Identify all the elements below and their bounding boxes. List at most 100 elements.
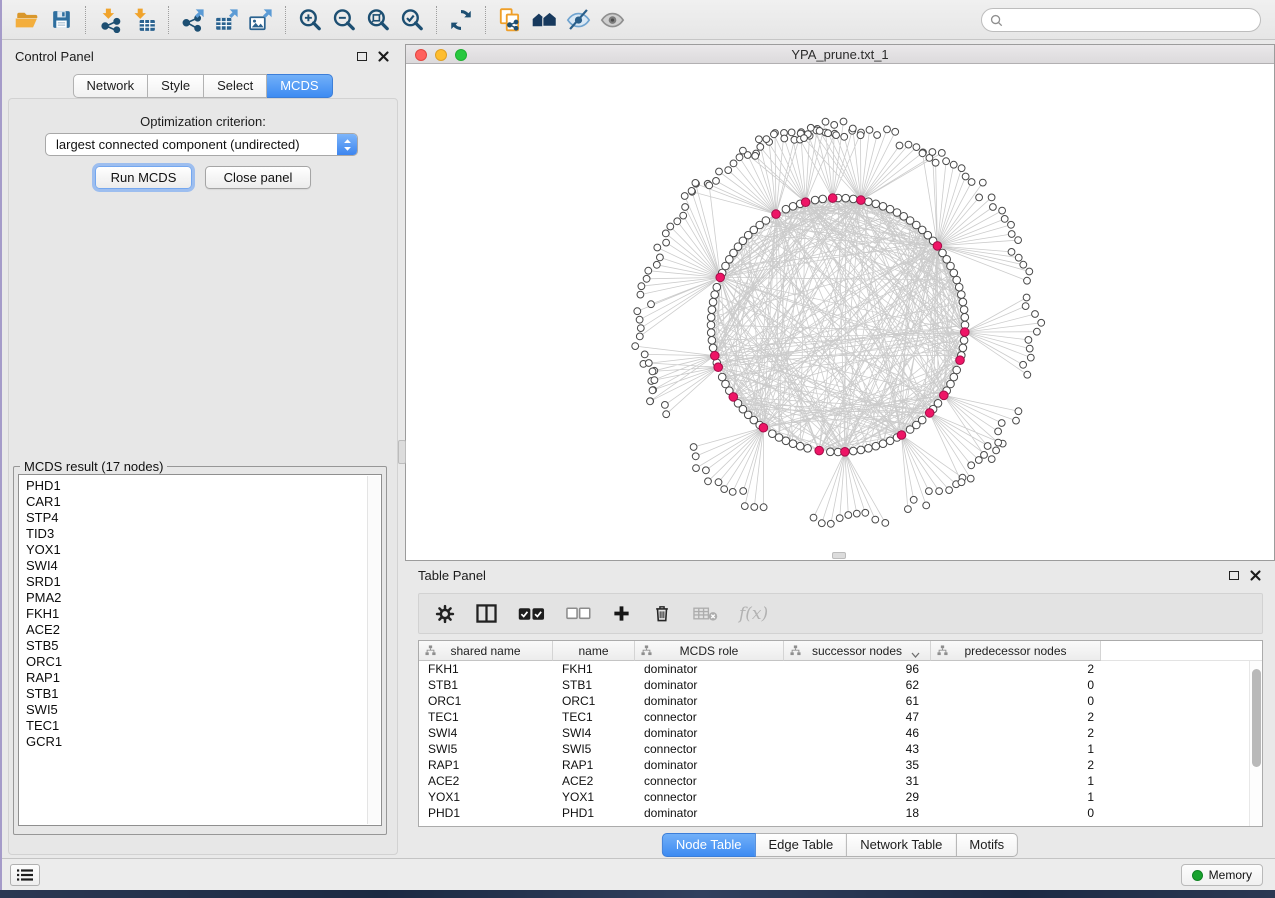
tab-network[interactable]: Network bbox=[72, 74, 148, 98]
mcds-result-item[interactable]: TID3 bbox=[26, 526, 381, 542]
export-table-button[interactable] bbox=[210, 4, 244, 36]
zoom-selected-button[interactable] bbox=[395, 4, 429, 36]
tab-edge-table[interactable]: Edge Table bbox=[755, 833, 847, 857]
mcds-result-item[interactable]: ORC1 bbox=[26, 654, 381, 670]
deselect-all-rows-button[interactable] bbox=[566, 599, 591, 629]
table-row-stb1[interactable]: STB1STB1dominator620 bbox=[419, 677, 1262, 693]
table-panel-float-button[interactable] bbox=[1227, 569, 1240, 582]
tab-style[interactable]: Style bbox=[148, 74, 204, 98]
cell: dominator bbox=[635, 677, 784, 693]
column-header-successor-nodes[interactable]: successor nodes bbox=[784, 641, 931, 661]
split-panel-button[interactable] bbox=[476, 599, 497, 629]
cell: connector bbox=[635, 709, 784, 725]
import-network-button[interactable] bbox=[93, 4, 127, 36]
mcds-result-item[interactable]: SRD1 bbox=[26, 574, 381, 590]
criterion-selected-value: largest connected component (undirected) bbox=[46, 137, 337, 152]
control-panel-float-button[interactable] bbox=[355, 50, 368, 63]
scrollbar-thumb[interactable] bbox=[1252, 669, 1261, 767]
mcds-result-item[interactable]: RAP1 bbox=[26, 670, 381, 686]
fx-icon: f(x) bbox=[739, 604, 768, 624]
tab-network-table[interactable]: Network Table bbox=[847, 833, 956, 857]
mcds-result-item[interactable]: SWI4 bbox=[26, 558, 381, 574]
toolbar-separator bbox=[168, 6, 169, 34]
tab-mcds[interactable]: MCDS bbox=[267, 74, 332, 98]
table-vertical-scrollbar[interactable] bbox=[1249, 661, 1262, 826]
cell: 29 bbox=[784, 789, 931, 805]
table-row-swi5[interactable]: SWI5SWI5connector431 bbox=[419, 741, 1262, 757]
select-all-rows-button[interactable] bbox=[518, 599, 545, 629]
network-graph[interactable] bbox=[406, 64, 1274, 560]
table-toolbar: f(x) bbox=[418, 593, 1263, 634]
vertical-splitter-handle[interactable] bbox=[398, 440, 406, 464]
add-column-button[interactable] bbox=[612, 599, 631, 629]
zoom-fit-button[interactable] bbox=[361, 4, 395, 36]
mcds-result-item[interactable]: CAR1 bbox=[26, 494, 381, 510]
sort-caret-icon[interactable] bbox=[911, 647, 920, 661]
network-view-window: YPA_prune.txt_1 bbox=[405, 44, 1275, 561]
mcds-result-item[interactable]: YOX1 bbox=[26, 542, 381, 558]
result-list-scrollbar[interactable] bbox=[367, 476, 380, 824]
mcds-result-item[interactable]: ACE2 bbox=[26, 622, 381, 638]
mcds-result-item[interactable]: TEC1 bbox=[26, 718, 381, 734]
table-panel-close-button[interactable] bbox=[1249, 569, 1262, 582]
table-panel-title: Table Panel bbox=[418, 568, 1218, 583]
tab-motifs[interactable]: Motifs bbox=[956, 833, 1018, 857]
column-settings-button[interactable] bbox=[435, 599, 455, 629]
table-row-ace2[interactable]: ACE2ACE2connector311 bbox=[419, 773, 1262, 789]
zoom-in-button[interactable] bbox=[293, 4, 327, 36]
table-row-yox1[interactable]: YOX1YOX1connector291 bbox=[419, 789, 1262, 805]
mcds-panel: Optimization criterion: largest connecte… bbox=[8, 98, 398, 855]
search-input[interactable] bbox=[1008, 13, 1252, 27]
mcds-result-item[interactable]: STB1 bbox=[26, 686, 381, 702]
save-button[interactable] bbox=[44, 4, 78, 36]
cell: 0 bbox=[931, 693, 1101, 709]
table-panel: Table Panel bbox=[405, 561, 1275, 858]
cell: 61 bbox=[784, 693, 931, 709]
open-file-button[interactable] bbox=[10, 4, 44, 36]
mcds-result-item[interactable]: FKH1 bbox=[26, 606, 381, 622]
table-row-fkh1[interactable]: FKH1FKH1dominator962 bbox=[419, 661, 1262, 677]
panel-menu-button[interactable] bbox=[10, 864, 40, 886]
column-header-mcds-role[interactable]: MCDS role bbox=[635, 641, 784, 661]
first-neighbors-button[interactable] bbox=[527, 4, 561, 36]
tab-node-table[interactable]: Node Table bbox=[662, 833, 756, 857]
optimization-criterion-label: Optimization criterion: bbox=[9, 114, 397, 129]
table-row-phd1[interactable]: PHD1PHD1dominator180 bbox=[419, 805, 1262, 821]
memory-button[interactable]: Memory bbox=[1181, 864, 1263, 886]
close-panel-button[interactable]: Close panel bbox=[205, 166, 311, 189]
criterion-select[interactable]: largest connected component (undirected) bbox=[45, 133, 358, 156]
mcds-result-item[interactable]: PMA2 bbox=[26, 590, 381, 606]
run-mcds-button[interactable]: Run MCDS bbox=[95, 166, 192, 189]
mcds-result-item[interactable]: GCR1 bbox=[26, 734, 381, 750]
network-canvas[interactable] bbox=[406, 64, 1274, 560]
table-row-swi4[interactable]: SWI4SWI4dominator462 bbox=[419, 725, 1262, 741]
delete-table-button[interactable] bbox=[693, 599, 718, 629]
refresh-button[interactable] bbox=[444, 4, 478, 36]
mcds-result-item[interactable]: STP4 bbox=[26, 510, 381, 526]
tab-select[interactable]: Select bbox=[204, 74, 267, 98]
network-window-title: YPA_prune.txt_1 bbox=[406, 47, 1274, 62]
mcds-result-item[interactable]: STB5 bbox=[26, 638, 381, 654]
export-network-button[interactable] bbox=[176, 4, 210, 36]
mcds-result-item[interactable]: PHD1 bbox=[26, 478, 381, 494]
equation-builder-button[interactable]: f(x) bbox=[739, 599, 768, 629]
column-header-predecessor-nodes[interactable]: predecessor nodes bbox=[931, 641, 1101, 661]
column-header-shared-name[interactable]: shared name bbox=[419, 641, 553, 661]
table-row-orc1[interactable]: ORC1ORC1dominator610 bbox=[419, 693, 1262, 709]
control-panel-close-button[interactable] bbox=[377, 50, 390, 63]
zoom-out-button[interactable] bbox=[327, 4, 361, 36]
hide-selected-button[interactable] bbox=[561, 4, 595, 36]
mcds-result-item[interactable]: SWI5 bbox=[26, 702, 381, 718]
export-image-button[interactable] bbox=[244, 4, 278, 36]
column-header-name[interactable]: name bbox=[553, 641, 635, 661]
horizontal-splitter-handle[interactable] bbox=[832, 552, 846, 559]
table-row-tec1[interactable]: TEC1TEC1connector472 bbox=[419, 709, 1262, 725]
delete-columns-button[interactable] bbox=[652, 599, 672, 629]
clone-network-button[interactable] bbox=[493, 4, 527, 36]
cell: 2 bbox=[931, 725, 1101, 741]
search-box bbox=[981, 8, 1261, 32]
table-row-rap1[interactable]: RAP1RAP1dominator352 bbox=[419, 757, 1262, 773]
mcds-result-list: PHD1CAR1STP4TID3YOX1SWI4SRD1PMA2FKH1ACE2… bbox=[18, 474, 382, 826]
show-all-button[interactable] bbox=[595, 4, 629, 36]
import-table-button[interactable] bbox=[127, 4, 161, 36]
